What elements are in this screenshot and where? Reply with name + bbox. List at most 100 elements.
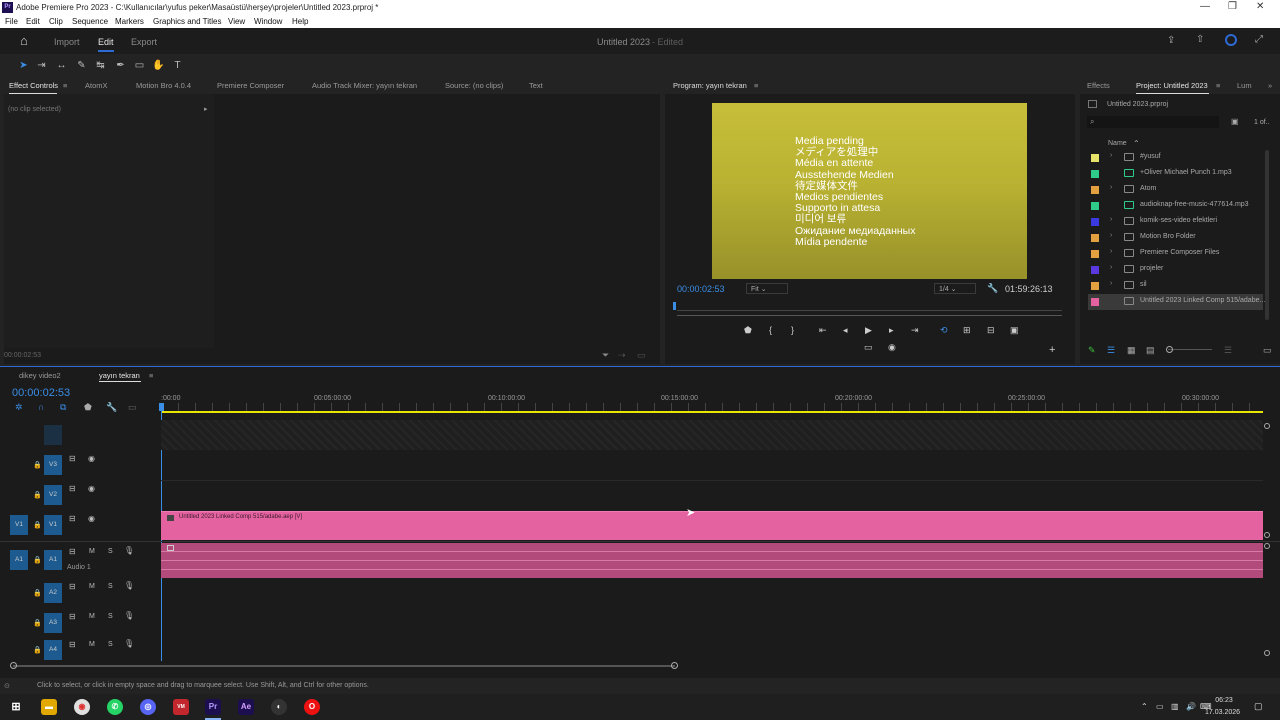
work-area-bar[interactable]: [161, 411, 1263, 413]
slip-icon[interactable]: ↹: [94, 59, 107, 72]
scroll-handle-right[interactable]: [671, 662, 678, 669]
label-color-swatch[interactable]: [1091, 218, 1099, 226]
project-item[interactable]: › projeler: [1088, 262, 1263, 278]
razor-icon[interactable]: ✎: [75, 59, 88, 72]
add-marker-icon[interactable]: ⬟: [744, 325, 752, 336]
tab-effect-controls[interactable]: Effect Controls: [9, 81, 58, 90]
lock-icon[interactable]: 🔒: [33, 589, 42, 597]
project-menu-icon[interactable]: ≡: [1216, 81, 1220, 90]
network-icon[interactable]: ▥: [1171, 702, 1179, 711]
pencil-icon[interactable]: ✎: [1088, 345, 1096, 356]
track-target-a4[interactable]: A4: [44, 640, 62, 660]
loop-icon[interactable]: ⟲: [940, 325, 948, 336]
playhead-handle[interactable]: [159, 403, 164, 411]
play-icon[interactable]: ▶: [865, 325, 872, 336]
video-clip[interactable]: Untitled 2023 Linked Comp 515/adabe.aep …: [161, 511, 1263, 540]
label-color-swatch[interactable]: [1091, 298, 1099, 306]
tab-source[interactable]: Source: (no clips): [445, 81, 503, 90]
label-color-swatch[interactable]: [1091, 282, 1099, 290]
timeline-menu-icon[interactable]: ≡: [149, 371, 153, 380]
expand-arrow-icon[interactable]: ›: [1110, 152, 1112, 159]
resolution-dropdown[interactable]: 1/4 ⌄: [934, 283, 976, 294]
ripple-edit-icon[interactable]: ↔: [55, 59, 68, 72]
taskbar-date[interactable]: 17.03.2026: [1205, 709, 1240, 716]
type-tool-icon[interactable]: T: [171, 59, 184, 72]
project-item[interactable]: › sil: [1088, 278, 1263, 294]
project-scrollbar[interactable]: [1265, 150, 1269, 320]
lock-icon[interactable]: 🔒: [33, 646, 42, 654]
tab-motion-bro[interactable]: Motion Bro 4.0.4: [136, 81, 191, 90]
expand-arrow-icon[interactable]: ›: [1110, 264, 1112, 271]
list-view-icon[interactable]: ☰: [1107, 345, 1115, 356]
snap-icon[interactable]: ✲: [15, 402, 23, 413]
voicemod-icon[interactable]: VM: [173, 699, 189, 715]
project-item[interactable]: › #yusuf: [1088, 150, 1263, 166]
obs-icon[interactable]: ◐: [271, 699, 287, 715]
mute-button[interactable]: M: [89, 641, 95, 648]
mic-icon[interactable]: 🎙: [124, 546, 134, 555]
source-patch-a1[interactable]: A1: [10, 550, 28, 570]
panel-icon[interactable]: ▭: [637, 350, 646, 361]
zoom-fit-dropdown[interactable]: Fit ⌄: [746, 283, 788, 294]
button-editor-icon[interactable]: +: [1049, 344, 1055, 356]
expand-arrow-icon[interactable]: ›: [1110, 248, 1112, 255]
share-icon[interactable]: ⇧: [1196, 34, 1204, 45]
program-menu-icon[interactable]: ≡: [754, 81, 758, 90]
notifications-icon[interactable]: ▢: [1254, 701, 1263, 712]
close-icon[interactable]: ✕: [1256, 1, 1264, 12]
tab-edit[interactable]: Edit: [98, 37, 114, 47]
tab-export[interactable]: Export: [131, 37, 157, 47]
minimize-icon[interactable]: —: [1200, 1, 1210, 12]
sync-lock-icon[interactable]: ⊟: [69, 612, 76, 621]
menu-file[interactable]: File: [5, 17, 18, 26]
project-item[interactable]: › Premiere Composer Files: [1088, 246, 1263, 262]
mute-button[interactable]: M: [89, 613, 95, 620]
project-item[interactable]: audioknap-free-music-477614.mp3: [1088, 198, 1263, 214]
whatsapp-icon[interactable]: ✆: [107, 699, 123, 715]
eye-icon[interactable]: ◉: [88, 454, 95, 463]
program-zoom-bar[interactable]: [677, 315, 1062, 316]
track-target-v3[interactable]: V3: [44, 455, 62, 475]
solo-button[interactable]: S: [108, 613, 113, 620]
expand-arrow-icon[interactable]: ›: [1110, 280, 1112, 287]
menu-view[interactable]: View: [228, 17, 245, 26]
scroll-handle[interactable]: [1264, 532, 1270, 538]
tab-effects[interactable]: Effects: [1087, 81, 1110, 90]
tab-sequence-yayin[interactable]: yayın tekran: [99, 371, 140, 380]
solo-button[interactable]: S: [108, 641, 113, 648]
new-item-icon[interactable]: ▭: [1263, 345, 1272, 356]
sort-icon[interactable]: ☰: [1224, 345, 1232, 356]
step-back-icon[interactable]: ◂: [843, 325, 848, 336]
hand-icon[interactable]: ✋: [152, 59, 165, 72]
mic-icon[interactable]: 🎙: [124, 611, 134, 620]
step-forward-icon[interactable]: ▸: [889, 325, 894, 336]
mute-button[interactable]: M: [89, 548, 95, 555]
label-color-swatch[interactable]: [1091, 250, 1099, 258]
menu-sequence[interactable]: Sequence: [72, 17, 108, 26]
selection-tool-icon[interactable]: ➤: [17, 59, 30, 72]
progress-icon[interactable]: [1225, 34, 1237, 46]
extract-icon[interactable]: ⊟: [987, 325, 995, 336]
after-effects-icon[interactable]: Ae: [238, 699, 254, 715]
project-search-input[interactable]: ⌕: [1087, 116, 1219, 128]
menu-markers[interactable]: Markers: [115, 17, 144, 26]
go-to-out-icon[interactable]: ⇥: [911, 325, 919, 336]
tray-chevron-icon[interactable]: ⌃: [1141, 702, 1148, 711]
menu-help[interactable]: Help: [292, 17, 308, 26]
program-time-ruler[interactable]: [677, 303, 1062, 311]
tray-app-icon[interactable]: ▭: [1156, 702, 1164, 711]
wrench-icon[interactable]: 🔧: [987, 283, 998, 294]
lock-icon[interactable]: 🔒: [33, 491, 42, 499]
track-target-a1[interactable]: A1: [44, 550, 62, 570]
filter-icon[interactable]: ⏷: [602, 350, 609, 361]
source-patch-v1[interactable]: V1: [10, 515, 28, 535]
scroll-handle[interactable]: [1264, 423, 1270, 429]
sync-lock-icon[interactable]: ⊟: [69, 582, 76, 591]
slider-handle[interactable]: [1166, 346, 1173, 353]
track-select-icon[interactable]: ⇥: [35, 59, 48, 72]
mark-out-icon[interactable]: }: [791, 325, 794, 335]
safe-margins-icon[interactable]: ▭: [864, 342, 873, 353]
eye-icon[interactable]: ◉: [88, 484, 95, 493]
sync-lock-icon[interactable]: ⊟: [69, 547, 76, 556]
tab-project[interactable]: Project: Untitled 2023: [1136, 81, 1208, 90]
